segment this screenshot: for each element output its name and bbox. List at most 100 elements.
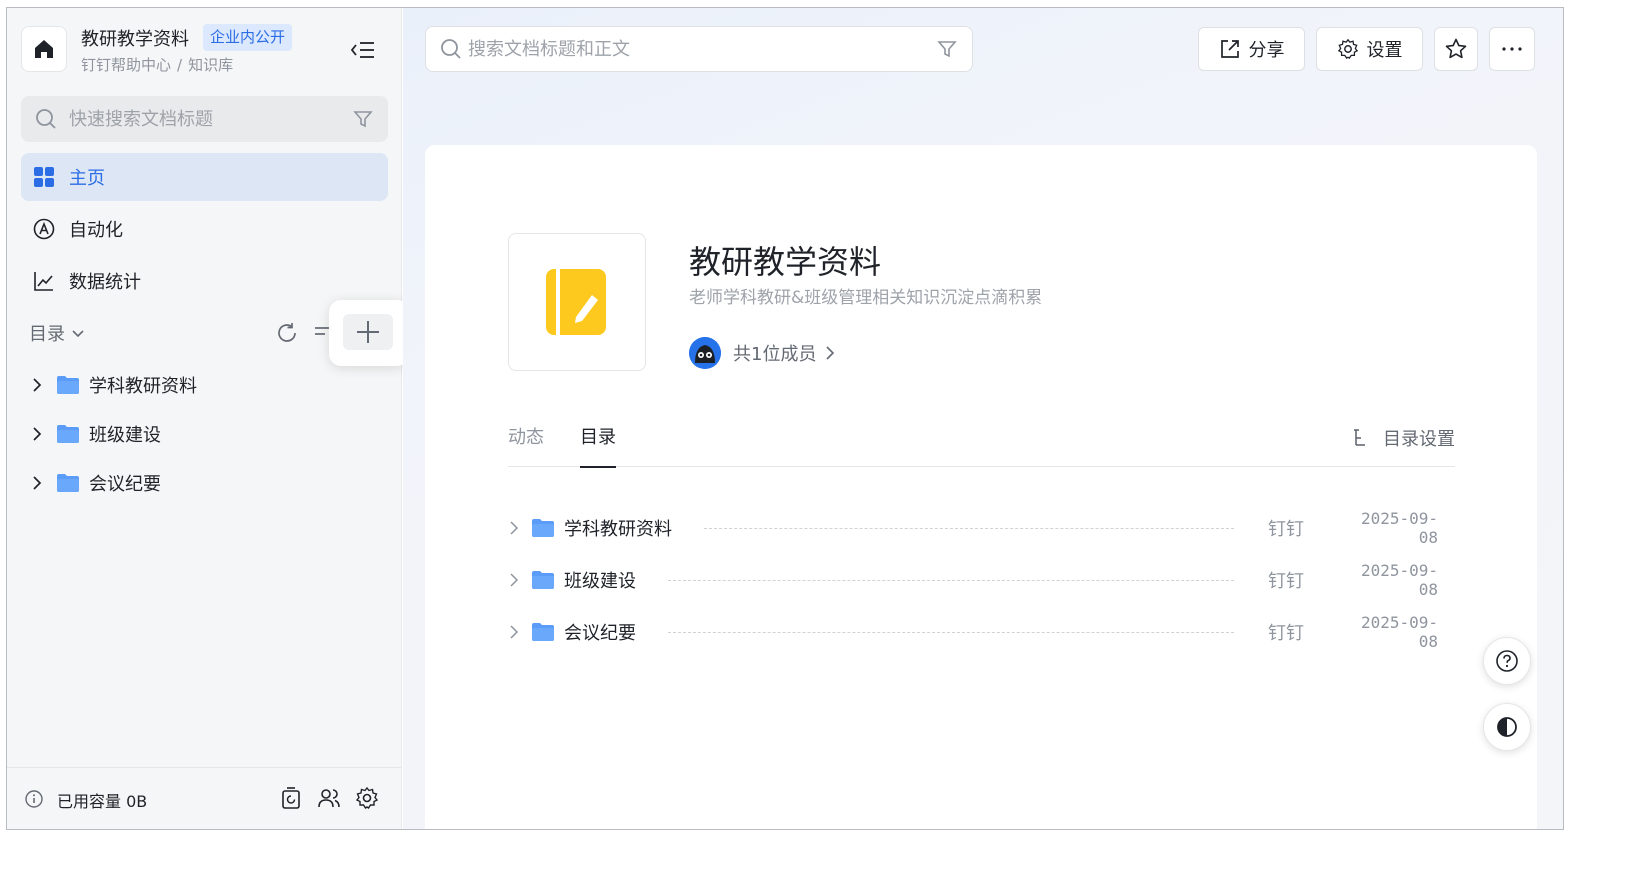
home-button[interactable]: [21, 26, 67, 72]
tree-item-label: 班级建设: [89, 425, 161, 446]
folder-icon: [532, 623, 554, 641]
main-area: 分享 设置: [403, 8, 1563, 829]
folder-icon: [57, 376, 79, 394]
sidebar-item-home[interactable]: 主页: [21, 153, 388, 201]
toc-row-date: 2025-09-08: [1360, 509, 1438, 547]
sidebar: 教研教学资料 企业内公开 钉钉帮助中心 / 知识库 快速搜索文档标题 主页 自动…: [7, 8, 409, 829]
share-button[interactable]: 分享: [1198, 27, 1305, 71]
toc-row[interactable]: 学科教研资料 钉钉 2025-09-08: [508, 509, 1455, 547]
sidebar-item-label: 主页: [69, 168, 105, 189]
info-icon[interactable]: [25, 790, 43, 808]
share-label: 分享: [1248, 40, 1285, 61]
tree-item-label: 会议纪要: [89, 474, 161, 495]
folder-icon: [532, 519, 554, 537]
chart-icon: [33, 270, 55, 292]
leader-dots: [704, 527, 1234, 529]
help-button[interactable]: [1483, 637, 1531, 685]
members-link[interactable]: 共1位成员: [689, 337, 838, 369]
page-title: 教研教学资料: [689, 243, 882, 281]
chevron-right-icon[interactable]: [508, 624, 520, 640]
search-icon: [36, 109, 56, 129]
sidebar-item-automation[interactable]: 自动化: [21, 205, 388, 253]
grid-icon: [33, 166, 55, 188]
gear-icon: [1337, 38, 1358, 60]
tree-item[interactable]: 学科教研资料: [29, 370, 197, 400]
refresh-icon[interactable]: [275, 321, 299, 345]
sidebar-item-label: 数据统计: [69, 272, 141, 293]
search-icon: [441, 39, 461, 59]
toc-label: 目录: [29, 324, 65, 345]
notebook-icon: [546, 269, 606, 335]
tree-structure-icon: [1354, 429, 1365, 446]
leader-dots: [668, 579, 1234, 581]
star-icon: [1445, 38, 1467, 59]
breadcrumb-help-center[interactable]: 钉钉帮助中心: [81, 56, 171, 74]
tab-bar: 动态 目录 目录设置: [508, 423, 1455, 468]
favorite-button[interactable]: [1434, 27, 1478, 71]
sidebar-item-statistics[interactable]: 数据统计: [21, 257, 388, 305]
chevron-down-icon: [72, 330, 84, 338]
breadcrumb-kb[interactable]: 知识库: [188, 56, 233, 74]
more-icon: [1502, 47, 1522, 51]
automation-icon: [33, 218, 55, 240]
collapse-sidebar-button[interactable]: [349, 38, 377, 62]
theme-toggle-button[interactable]: [1483, 703, 1531, 751]
recycle-bin-icon[interactable]: [279, 786, 303, 810]
home-icon: [35, 40, 53, 58]
members-count: 共1位成员: [733, 344, 817, 365]
toc-row-date: 2025-09-08: [1360, 561, 1438, 599]
members-icon[interactable]: [317, 786, 341, 810]
chevron-right-icon[interactable]: [508, 572, 520, 588]
kb-description: 老师学科教研&班级管理相关知识沉淀点滴积累: [689, 288, 1043, 308]
toc-row[interactable]: 班级建设 钉钉 2025-09-08: [508, 561, 1455, 599]
settings-button[interactable]: 设置: [1316, 27, 1423, 71]
tab-activity[interactable]: 动态: [508, 423, 544, 467]
toc-row-date: 2025-09-08: [1360, 613, 1438, 651]
add-doc-button[interactable]: [343, 314, 393, 350]
kb-cover[interactable]: [508, 233, 646, 371]
share-icon: [1220, 40, 1239, 58]
chevron-right-icon[interactable]: [29, 475, 45, 491]
plus-icon: [357, 321, 379, 343]
kb-home-card: 教研教学资料 老师学科教研&班级管理相关知识沉淀点滴积累 共1位成员 动态 目录…: [425, 145, 1537, 829]
tab-toc[interactable]: 目录: [580, 423, 616, 468]
add-popover: [329, 300, 409, 366]
breadcrumb-separator: /: [177, 56, 183, 74]
breadcrumb: 钉钉帮助中心 / 知识库: [81, 54, 239, 75]
sidebar-search-input[interactable]: [69, 96, 329, 142]
settings-label: 设置: [1366, 40, 1403, 61]
toc-row-owner: 钉钉: [1268, 519, 1304, 540]
tree-item[interactable]: 会议纪要: [29, 468, 161, 498]
toc-settings-button[interactable]: 目录设置: [1351, 425, 1455, 451]
contrast-icon: [1497, 717, 1517, 737]
question-icon: [1496, 650, 1518, 672]
tree-item-label: 学科教研资料: [89, 376, 197, 397]
toc-row-owner: 钉钉: [1268, 571, 1304, 592]
avatar: [689, 337, 721, 369]
filter-icon[interactable]: [352, 108, 374, 130]
chevron-right-icon[interactable]: [29, 377, 45, 393]
toc-settings-label: 目录设置: [1383, 429, 1455, 450]
toc-dropdown[interactable]: 目录: [29, 320, 85, 346]
chevron-right-icon: [826, 346, 835, 360]
collapse-sidebar-icon: [350, 42, 374, 58]
toc-row-name: 学科教研资料: [564, 519, 672, 540]
gear-icon[interactable]: [355, 786, 379, 810]
app-window: 教研教学资料 企业内公开 钉钉帮助中心 / 知识库 快速搜索文档标题 主页 自动…: [6, 7, 1564, 830]
toc-row[interactable]: 会议纪要 钉钉 2025-09-08: [508, 613, 1455, 651]
filter-icon[interactable]: [936, 38, 958, 60]
sidebar-footer: 已用容量 0B: [7, 767, 402, 829]
chevron-right-icon[interactable]: [29, 426, 45, 442]
sidebar-search: [21, 96, 388, 142]
doc-search-input[interactable]: [468, 27, 928, 71]
tree-item[interactable]: 班级建设: [29, 419, 161, 449]
doc-search: [425, 26, 973, 72]
sidebar-item-label: 自动化: [69, 220, 123, 241]
chevron-right-icon[interactable]: [508, 520, 520, 536]
storage-capacity: 已用容量 0B: [57, 792, 148, 811]
toc-row-name: 班级建设: [564, 571, 636, 592]
more-button[interactable]: [1489, 27, 1535, 71]
leader-dots: [668, 631, 1234, 633]
kb-title: 教研教学资料: [81, 29, 189, 50]
toc-row-owner: 钉钉: [1268, 623, 1304, 644]
